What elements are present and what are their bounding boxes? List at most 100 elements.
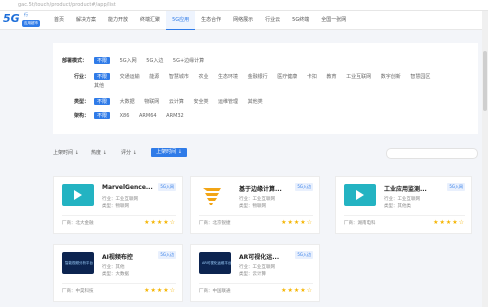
app-type: 类型：物联网 bbox=[102, 204, 129, 209]
app-type: 类型：物联网 bbox=[239, 204, 266, 209]
page-scrollbar[interactable] bbox=[482, 11, 488, 307]
app-card[interactable]: AR可视化运维平台 AR可视化运... 5G入边 行业：工业互联网 类型：云计算… bbox=[190, 244, 320, 302]
filter-option[interactable]: ARM64 bbox=[139, 113, 157, 119]
filter-option[interactable]: 卡扣 bbox=[307, 73, 317, 80]
app-title: 工业应用监测... bbox=[384, 186, 427, 193]
nav-item-home[interactable]: 首页 bbox=[48, 11, 70, 29]
filter-option[interactable]: 物联网 bbox=[144, 98, 159, 105]
filter-option[interactable]: 智慧园区 bbox=[410, 73, 430, 80]
nav-item-solutions[interactable]: 解决方案 bbox=[70, 11, 102, 29]
filter-option[interactable]: 运维管理 bbox=[218, 98, 238, 105]
app-title: 基于边缘计算... bbox=[239, 186, 282, 193]
deploy-tag: 5G入网 bbox=[447, 183, 465, 191]
filter-label: 类型： bbox=[74, 99, 90, 105]
logo[interactable]: 5G 行 应用超市 bbox=[3, 11, 43, 29]
nav-item-capabilities[interactable]: 能力开放 bbox=[102, 11, 134, 29]
filter-option[interactable]: 云计算 bbox=[169, 98, 184, 105]
main-nav: 首页 解决方案 能力开放 终端汇聚 5G应用 生态合作 网络展示 行业云 5G终… bbox=[48, 11, 352, 30]
sort-apply-button[interactable]: 上架时间 ↓ bbox=[151, 148, 187, 157]
divider bbox=[199, 215, 313, 216]
app-industry: 行业：工业互联网 bbox=[239, 265, 275, 270]
sort-newest[interactable]: 上架时间 ↓ bbox=[53, 149, 79, 156]
thumbnail-text: AR可视化运维平台 bbox=[202, 261, 232, 265]
app-type: 类型：云计算 bbox=[239, 272, 266, 277]
rating-stars: ★★★★☆ bbox=[144, 219, 176, 226]
filter-option[interactable]: 智慧城市 bbox=[169, 73, 189, 80]
app-vendor: 厂商：北京锐捷 bbox=[199, 221, 231, 226]
app-industry: 行业：工业互联网 bbox=[102, 197, 138, 202]
filter-option[interactable]: 数字创新 bbox=[381, 73, 401, 80]
divider bbox=[62, 215, 176, 216]
filter-option[interactable]: 5G入边 bbox=[146, 57, 163, 64]
filter-option[interactable]: 不限 bbox=[94, 98, 111, 105]
play-icon bbox=[356, 190, 364, 200]
app-thumbnail bbox=[199, 184, 231, 206]
app-type: 类型：大数据 bbox=[102, 272, 129, 277]
nav-item-terminals[interactable]: 终端汇聚 bbox=[134, 11, 166, 29]
filter-option[interactable]: X86 bbox=[120, 113, 130, 119]
app-card[interactable]: 基于边缘计算... 5G入边 行业：工业互联网 类型：物联网 厂商：北京锐捷 ★… bbox=[190, 176, 320, 234]
app-vendor: 厂商：中昊科技 bbox=[62, 289, 94, 294]
app-vendor: 厂商：湖南电科 bbox=[344, 221, 376, 226]
filter-option[interactable]: 工业互联网 bbox=[346, 73, 371, 80]
filter-option[interactable]: 不限 bbox=[94, 57, 111, 64]
app-thumbnail bbox=[344, 184, 376, 206]
address-bar[interactable]: gac.5t/touch/product/product#/app/list bbox=[0, 0, 488, 11]
filter-option[interactable]: ARM32 bbox=[166, 113, 184, 119]
filter-option[interactable]: 安全类 bbox=[193, 98, 208, 105]
filter-option[interactable]: 其他类 bbox=[248, 98, 263, 105]
app-vendor: 厂商：中国联通 bbox=[199, 289, 231, 294]
rating-stars: ★★★★☆ bbox=[281, 219, 313, 226]
rating-stars: ★★★★☆ bbox=[281, 287, 313, 294]
filter-option[interactable]: 能源 bbox=[149, 73, 159, 80]
rating-stars: ★★★★☆ bbox=[433, 219, 465, 226]
logo-badge: 应用超市 bbox=[22, 20, 40, 27]
filter-option[interactable]: 5G入网 bbox=[120, 57, 137, 64]
deploy-tag: 5G入边 bbox=[295, 251, 313, 259]
nav-item-5g-terminals[interactable]: 5G终端 bbox=[286, 11, 315, 29]
app-card[interactable]: MarvelGence... 5G入网 行业：工业互联网 类型：物联网 厂商：北… bbox=[53, 176, 183, 234]
divider bbox=[62, 283, 176, 284]
filter-panel: 部署模式： 不限 5G入网 5G入边 5G+边缘计算 行业： 不限 交通运输 能… bbox=[53, 43, 478, 134]
filter-option[interactable]: 交通运输 bbox=[120, 73, 140, 80]
nav-item-national-net[interactable]: 全国一张网 bbox=[315, 11, 352, 29]
app-card[interactable]: 智能视频分析平台 AI视频布控 5G入边 行业：其他 类型：大数据 厂商：中昊科… bbox=[53, 244, 183, 302]
filter-option[interactable]: 医疗健康 bbox=[277, 73, 297, 80]
filter-option[interactable]: 5G+边缘计算 bbox=[173, 57, 204, 64]
search-input[interactable] bbox=[386, 148, 478, 159]
divider bbox=[344, 215, 465, 216]
filter-option[interactable]: 教育 bbox=[326, 73, 336, 80]
rating-stars: ★★★★☆ bbox=[144, 287, 176, 294]
address-text: gac.5t/touch/product/product#/app/list bbox=[18, 2, 116, 8]
divider bbox=[199, 283, 313, 284]
app-industry: 行业：工业互联网 bbox=[384, 197, 420, 202]
app-card[interactable]: 工业应用监测... 5G入网 行业：工业互联网 类型：其他类 厂商：湖南电科 ★… bbox=[335, 176, 472, 234]
logo-mark: 5G bbox=[3, 12, 20, 25]
filter-option[interactable]: 金融银行 bbox=[248, 73, 268, 80]
sort-rating[interactable]: 评分 ↓ bbox=[121, 149, 137, 156]
filter-option[interactable]: 不限 bbox=[94, 73, 111, 80]
logo-sup: 行 bbox=[24, 12, 28, 17]
filter-option[interactable]: 其他 bbox=[94, 82, 104, 89]
app-industry: 行业：其他 bbox=[102, 265, 125, 270]
filter-option[interactable]: 农业 bbox=[198, 73, 208, 80]
deploy-tag: 5G入网 bbox=[158, 183, 176, 191]
sort-bar: 上架时间 ↓ 热度 ↓ 评分 ↓ 上架时间 ↓ bbox=[53, 148, 478, 159]
filter-label: 架构： bbox=[74, 113, 90, 119]
top-header: 5G 行 应用超市 首页 解决方案 能力开放 终端汇聚 5G应用 生态合作 网络… bbox=[0, 11, 488, 30]
filter-option[interactable]: 大数据 bbox=[120, 98, 135, 105]
app-industry: 行业：工业互联网 bbox=[239, 197, 275, 202]
nav-item-cloud[interactable]: 行业云 bbox=[259, 11, 286, 29]
nav-item-ecosystem[interactable]: 生态合作 bbox=[195, 11, 227, 29]
app-vendor: 厂商：北大金融 bbox=[62, 221, 94, 226]
sort-hot[interactable]: 热度 ↓ bbox=[91, 149, 107, 156]
app-title: AR可视化运... bbox=[239, 254, 280, 261]
nav-item-5g-apps[interactable]: 5G应用 bbox=[166, 11, 196, 30]
filter-option[interactable]: 不限 bbox=[94, 112, 111, 119]
filter-label: 部署模式： bbox=[62, 58, 88, 64]
filter-option[interactable]: 生态环境 bbox=[218, 73, 238, 80]
app-thumbnail: 智能视频分析平台 bbox=[62, 252, 94, 274]
sf-logo-icon bbox=[203, 188, 221, 205]
nav-item-network[interactable]: 网络展示 bbox=[227, 11, 259, 29]
scrollbar-thumb[interactable] bbox=[483, 51, 487, 111]
